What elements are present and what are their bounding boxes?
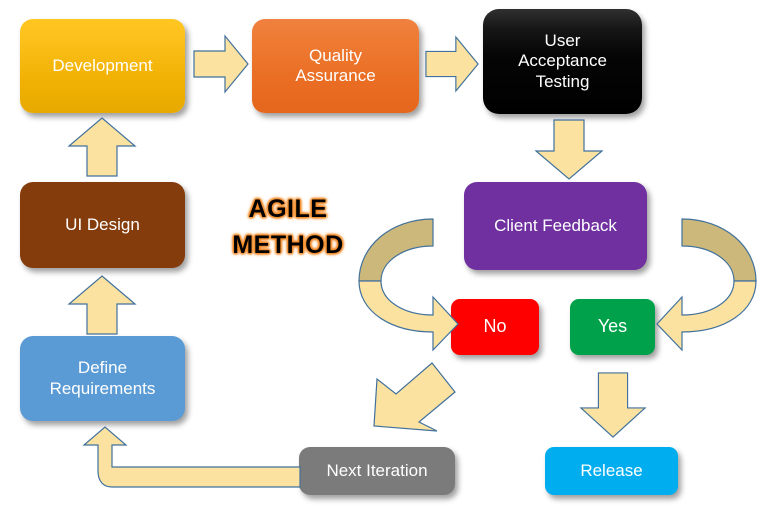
node-next-iteration[interactable]: Next Iteration [299,447,455,495]
node-release-label: Release [580,460,643,480]
node-client-feedback-label: Client Feedback [494,215,617,235]
node-no[interactable]: No [451,299,539,355]
node-uat-label-line3: Testing [535,71,590,91]
node-define-requirements[interactable]: Define Requirements [20,336,185,421]
node-uat-label-line2: Acceptance [518,51,607,71]
node-development[interactable]: Development [20,19,185,113]
arrow-uat-to-client-feedback [533,118,605,181]
diagram-title-line1: AGILE [248,195,328,223]
arrow-client-feedback-to-no [357,193,462,352]
node-yes-label: Yes [597,316,628,337]
node-development-label: Development [52,55,153,75]
node-ui-design-label: UI Design [65,214,140,234]
node-next-iteration-label: Next Iteration [326,460,428,480]
node-yes[interactable]: Yes [570,299,655,355]
node-client-feedback[interactable]: Client Feedback [464,182,647,270]
arrow-ui-design-to-development [66,116,138,178]
node-define-requirements-label-line2: Requirements [49,378,156,398]
arrow-client-feedback-to-yes [653,193,758,352]
node-define-requirements-label-line1: Define [77,358,128,378]
arrow-development-to-quality [192,33,250,95]
node-quality-assurance[interactable]: Quality Assurance [252,19,419,113]
agile-method-diagram: Development Quality Assurance User Accep… [0,0,762,512]
node-quality-assurance-label-line2: Assurance [295,66,376,85]
diagram-title-line2: METHOD [232,230,344,259]
arrow-no-to-next-iteration [370,360,460,435]
arrow-define-requirements-to-ui-design [66,274,138,336]
node-no-label: No [483,316,507,337]
arrow-yes-to-release [578,369,648,441]
node-user-acceptance-testing[interactable]: User Acceptance Testing [483,9,642,114]
node-release[interactable]: Release [545,447,678,495]
diagram-title: AGILE METHOD [208,192,368,263]
node-uat-label-line1: User [544,31,581,51]
node-quality-assurance-label-line1: Quality [309,45,362,65]
arrow-next-iteration-to-define-requirements [78,425,303,493]
arrow-quality-to-uat [424,33,480,95]
node-ui-design[interactable]: UI Design [20,182,185,268]
